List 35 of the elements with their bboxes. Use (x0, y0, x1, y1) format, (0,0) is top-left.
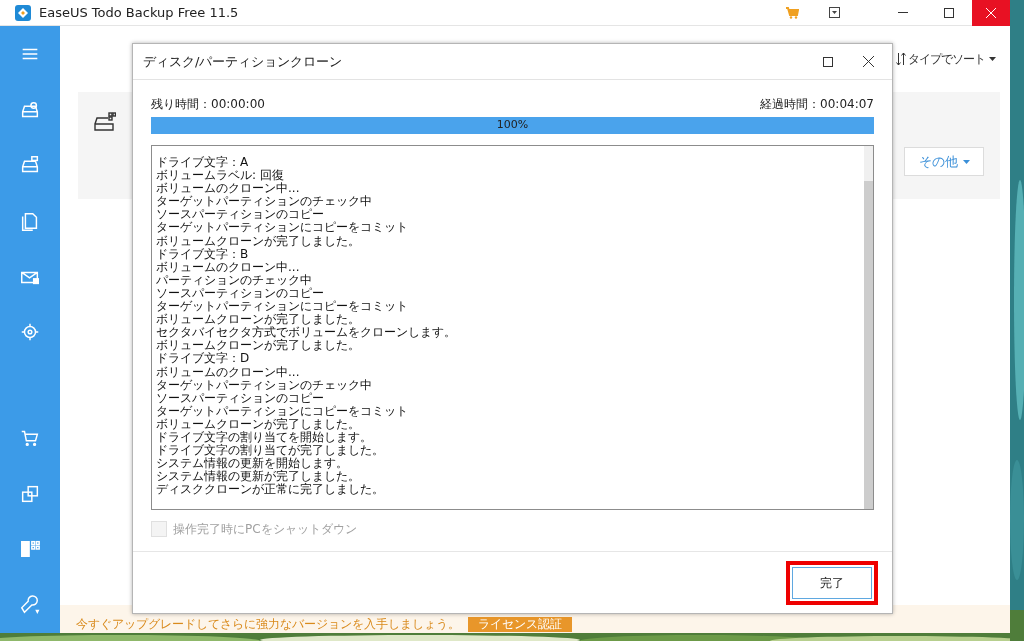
log-line: ボリュームラベル: 回復 (156, 169, 284, 183)
log-line: ターゲットパーティションにコピーをコミット (156, 300, 409, 314)
log-line: ソースパーティションのコピー (156, 208, 325, 222)
log-line: ソースパーティションのコピー (156, 286, 325, 300)
more-button[interactable]: その他 (904, 147, 984, 176)
log-line: ドライブ文字：A (156, 156, 250, 169)
shutdown-label: 操作完了時にPCをシャットダウン (173, 521, 357, 538)
log-line: ボリュームクローンが完了しました。 (156, 313, 361, 327)
log-line: ドライブ文字の割り当てを開始します。 (156, 430, 373, 444)
dialog-title: ディスク/パーティションクローン (143, 52, 343, 71)
progress-text: 100% (495, 117, 530, 134)
log-line: パーティションのチェック中 (156, 273, 313, 287)
log-line: ターゲットパーティションにコピーをコミット (156, 404, 409, 418)
log-line: システム情報の更新を開始します。 (156, 457, 349, 471)
log-line: システム情報の更新が完了しました。 (156, 470, 361, 484)
log-line: ボリュームのクローン中... (156, 260, 300, 274)
log-line: ターゲットパーティションにコピーをコミット (156, 221, 409, 235)
log-line: ボリュームのクローン中... (156, 182, 301, 196)
finish-button[interactable]: 完了 (792, 566, 872, 599)
window-title: EaseUS Todo Backup Free 11.5 (39, 3, 239, 22)
log-line: ソースパーティションのコピー (156, 391, 325, 405)
remaining-time: 残り時間：00:00:00 (151, 96, 265, 113)
sort-label[interactable]: タイプでソート (908, 50, 985, 68)
log-line: ターゲットパーティションのチェック中 (156, 195, 373, 209)
log-line: ボリュームクローンが完了しました。 (156, 417, 361, 431)
upgrade-text: 今すぐアップグレードしてさらに強力なバージョンを入手しましょう。 (76, 617, 460, 632)
elapsed-time: 経過時間：00:04:07 (760, 96, 874, 113)
log-line: ターゲットパーティションのチェック中 (156, 378, 373, 392)
log-line: ディスククローンが正常に完了しました。 (156, 483, 385, 497)
log-line: セクタバイセクタ方式でボリュームをクローンします。 (156, 326, 457, 340)
log-line: ボリュームのクローン中... (156, 365, 301, 379)
log-line: ボリュームクローンが完了しました。 (156, 234, 361, 248)
log-line: ボリュームクローンが完了しました。 (156, 339, 361, 353)
log-line: ドライブ文字：D (156, 352, 251, 366)
log-line: ドライブ文字：B (156, 247, 250, 261)
